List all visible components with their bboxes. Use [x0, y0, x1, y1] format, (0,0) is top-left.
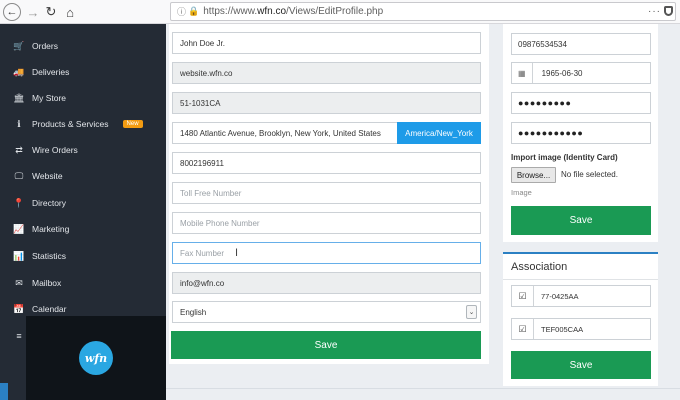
line-chart-icon: 📈: [13, 223, 25, 234]
page-actions-menu[interactable]: ···: [648, 6, 661, 17]
sidebar-item-label: Mailbox: [32, 278, 62, 288]
birthdate-value: 1965-06-30: [541, 68, 583, 78]
no-file-label: No file selected.: [561, 170, 618, 179]
monitor-icon: 🖵: [14, 170, 24, 181]
secondary-phone-field[interactable]: 09876534534: [511, 33, 651, 55]
name-field[interactable]: John Doe Jr.: [172, 32, 481, 54]
sidebar-accent-strip: [0, 383, 8, 400]
association-item[interactable]: ☑ TEF005CAA: [511, 318, 651, 340]
text-cursor-icon: I: [235, 247, 239, 259]
sidebar-item-label: Statistics: [32, 251, 67, 261]
url-domain: wfn.co: [257, 6, 287, 17]
checkbox-checked-icon[interactable]: ☑: [512, 319, 534, 339]
sidebar-item-directory[interactable]: 📍 Directory: [0, 190, 166, 216]
info-icon: ℹ: [17, 118, 21, 129]
password-field[interactable]: ●●●●●●●●●: [511, 92, 651, 114]
sidebar-item-label: Website: [32, 171, 63, 181]
save-association-button[interactable]: Save: [511, 351, 651, 379]
new-badge: New: [122, 120, 143, 128]
checkbox-checked-icon[interactable]: ☑: [512, 286, 534, 306]
cart-icon: 🛒: [13, 40, 25, 51]
confirm-password-mask: ●●●●●●●●●●●: [518, 128, 584, 138]
browser-toolbar: ← → ↻ ⌂ ⓘ 🔒 https://www. wfn.co/Views/Edi…: [0, 0, 680, 24]
pocket-icon[interactable]: [664, 6, 673, 16]
truck-icon: 🚚: [13, 66, 25, 77]
sidebar-item-label: Orders: [32, 41, 58, 51]
sidebar-item-mailbox[interactable]: ✉ Mailbox: [0, 270, 166, 296]
sidebar-item-my-store[interactable]: 🏛 My Store: [0, 85, 166, 111]
envelope-icon: ✉: [15, 277, 23, 288]
url-prefix: https://www.: [203, 6, 258, 17]
save-identity-button[interactable]: Save: [511, 206, 651, 235]
site-info-icon[interactable]: ⓘ: [177, 5, 186, 18]
chevron-down-icon[interactable]: ⌄: [466, 305, 477, 319]
sidebar-item-label: Deliveries: [32, 67, 70, 77]
language-select[interactable]: English ⌄: [172, 301, 481, 323]
address-field[interactable]: 1480 Atlantic Avenue, Brooklyn, New York…: [172, 122, 398, 144]
mobile-phone-field[interactable]: Mobile Phone Number: [172, 212, 481, 234]
association-code: TEF005CAA: [541, 324, 584, 334]
calendar-icon: ▦: [518, 63, 533, 83]
home-icon[interactable]: ⌂: [62, 3, 78, 21]
fax-field[interactable]: Fax Number I: [172, 242, 481, 264]
toll-free-field[interactable]: Toll Free Number: [172, 182, 481, 204]
sidebar-item-wire-orders[interactable]: ⇄ Wire Orders: [0, 137, 166, 163]
sidebar-item-label: Wire Orders: [32, 145, 78, 155]
fax-placeholder: Fax Number: [180, 248, 225, 258]
email-field: info@wfn.co: [172, 272, 481, 294]
sidebar-item-statistics[interactable]: 📊 Statistics: [0, 243, 166, 269]
language-value: English: [180, 307, 207, 317]
sidebar-item-marketing[interactable]: 📈 Marketing: [0, 216, 166, 242]
back-arrow-icon[interactable]: ←: [3, 3, 21, 21]
url-path: /Views/EditProfile.php: [286, 6, 384, 17]
sidebar-item-label: Products & Services: [32, 119, 109, 129]
sidebar-item-label: My Store: [32, 93, 67, 103]
phone-field[interactable]: 8002196911: [172, 152, 481, 174]
confirm-password-field[interactable]: ●●●●●●●●●●●: [511, 122, 651, 144]
association-title: Association: [511, 261, 568, 273]
association-code: 77-0425AA: [541, 291, 579, 301]
website-field: website.wfn.co: [172, 62, 481, 84]
sidebar-item-label: Calendar: [32, 304, 67, 314]
forward-arrow-icon[interactable]: →: [26, 3, 40, 21]
reload-icon[interactable]: ↻: [44, 3, 58, 21]
calendar-icon: 📅: [13, 303, 25, 314]
password-mask: ●●●●●●●●●: [518, 98, 572, 108]
association-divider: [503, 279, 658, 280]
image-label: Image: [511, 188, 532, 197]
sidebar-item-label: Directory: [32, 198, 67, 208]
main-footer-strip: [166, 388, 680, 400]
logo-area: wfn: [26, 316, 166, 400]
address-bar[interactable]: ⓘ 🔒 https://www. wfn.co/Views/EditProfile…: [170, 2, 676, 21]
sidebar-item-website[interactable]: 🖵 Website: [0, 163, 166, 189]
import-image-label: Import image (Identity Card): [511, 153, 618, 162]
lock-icon: 🔒: [188, 6, 200, 16]
browse-button[interactable]: Browse...: [511, 167, 556, 183]
birthdate-field[interactable]: ▦ 1965-06-30: [511, 62, 651, 84]
sidebar-item-deliveries[interactable]: 🚚 Deliveries: [0, 59, 166, 85]
association-item[interactable]: ☑ 77-0425AA: [511, 285, 651, 307]
wfn-logo[interactable]: wfn: [79, 341, 113, 375]
sidebar-item-orders[interactable]: 🛒 Orders: [0, 33, 166, 59]
transfer-icon: ⇄: [15, 144, 23, 155]
list-icon: ≡: [16, 331, 22, 341]
sidebar-item-label: Marketing: [32, 224, 70, 234]
bar-chart-icon: 📊: [13, 250, 25, 261]
code-field: 51-1031CA: [172, 92, 481, 114]
sidebar-item-products-services[interactable]: ℹ Products & Services New: [0, 111, 166, 137]
save-profile-button[interactable]: Save: [171, 331, 481, 359]
timezone-button[interactable]: America/New_York: [397, 122, 481, 144]
map-marker-icon: 📍: [13, 197, 25, 208]
store-icon: 🏛: [13, 92, 25, 103]
